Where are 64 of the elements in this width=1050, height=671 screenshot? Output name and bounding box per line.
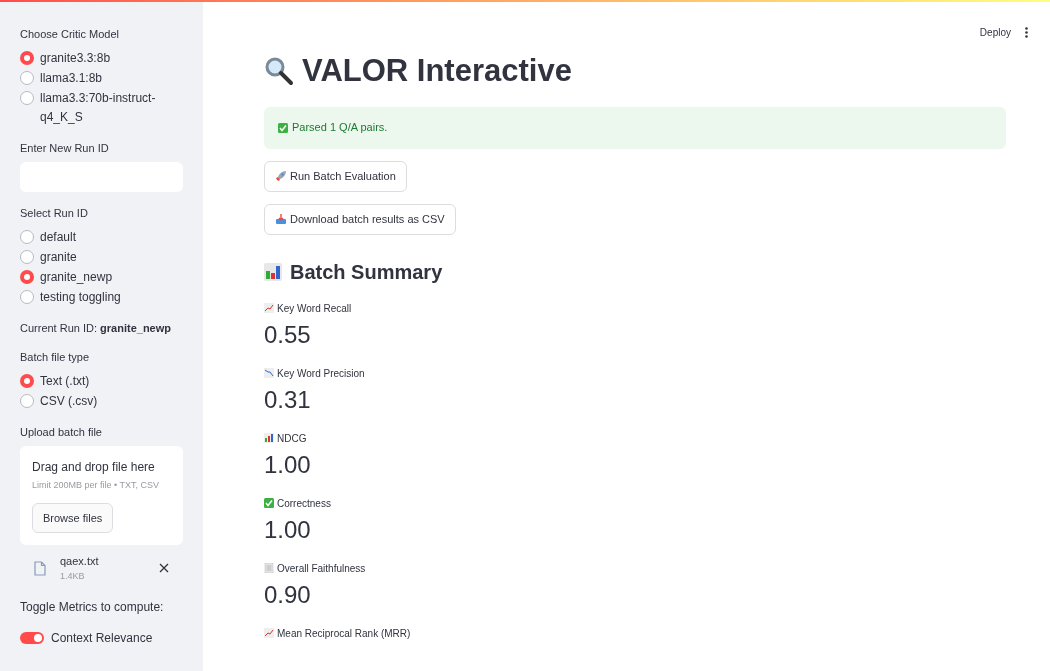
- toggle-switch[interactable]: [20, 632, 44, 644]
- bar-chart-icon: [264, 433, 274, 443]
- metric-value: 0.55: [264, 319, 312, 350]
- radio-button[interactable]: [20, 373, 34, 388]
- radio-button[interactable]: [20, 50, 34, 65]
- radio-button[interactable]: [20, 269, 34, 284]
- section-label: Toggle Metrics to compute:: [20, 599, 165, 616]
- check-icon: [278, 122, 288, 133]
- metric-value: 0.31: [264, 384, 312, 415]
- toggle-label[interactable]: Context Relevance: [51, 629, 153, 647]
- radio-button[interactable]: [20, 289, 34, 304]
- metric-label: Key Word Precision: [277, 366, 365, 381]
- action-button[interactable]: Download batch results as CSV: [264, 203, 456, 235]
- success-message: Parsed 1 Q/A pairs.: [292, 120, 388, 136]
- dropzone-title: Drag and drop file here: [32, 459, 155, 476]
- inbox-tray-icon: [275, 213, 287, 225]
- file-name: qaex.txt: [60, 554, 100, 569]
- dropzone-limit: Limit 200MB per file • TXT, CSV: [32, 479, 160, 492]
- browse-files-button[interactable]: Browse files: [32, 502, 114, 533]
- field-label: Batch file type: [20, 350, 91, 365]
- metric-value: 0.90: [264, 579, 312, 610]
- radio-label[interactable]: testing toggling: [40, 287, 175, 307]
- metric-value: 1.00: [264, 449, 312, 480]
- section-heading: Batch Summary: [290, 259, 443, 285]
- more-menu-icon[interactable]: [1025, 26, 1028, 38]
- radio-button[interactable]: [20, 393, 34, 408]
- metric-label: Correctness: [277, 496, 331, 511]
- bar-chart-icon: [264, 262, 282, 281]
- document-icon: [264, 563, 274, 573]
- field-label: Choose Critic Model: [20, 27, 121, 42]
- field-label: Enter New Run ID: [20, 140, 110, 156]
- file-dropzone[interactable]: Drag and drop file here Limit 200MB per file • TXT, CSV Browse files: [20, 446, 183, 545]
- deploy-button[interactable]: Deploy: [979, 24, 1011, 40]
- page-title: VALOR Interactive: [302, 52, 572, 90]
- radio-label[interactable]: granite3.3:8b: [40, 48, 175, 68]
- radio-label[interactable]: Text (.txt): [40, 371, 175, 391]
- radio-button[interactable]: [20, 229, 34, 244]
- radio-button[interactable]: [20, 90, 34, 105]
- radio-label[interactable]: granite: [40, 247, 175, 267]
- field-label: Select Run ID: [20, 206, 89, 221]
- radio-button[interactable]: [20, 70, 34, 85]
- radio-label[interactable]: llama3.1:8b: [40, 68, 175, 88]
- radio-label[interactable]: granite_newp: [40, 267, 175, 287]
- metric-value: 1.00: [264, 514, 312, 545]
- metric-label: Key Word Recall: [277, 301, 352, 316]
- action-button[interactable]: Run Batch Evaluation: [264, 160, 407, 192]
- metric-label: NDCG: [277, 431, 307, 446]
- field-label: Upload batch file: [20, 424, 103, 440]
- current-run-text: Current Run ID: granite_newp: [20, 320, 172, 336]
- rocket-icon: [275, 170, 287, 182]
- file-icon: [34, 560, 46, 576]
- metric-label: Overall Faithfulness: [277, 561, 366, 576]
- chart-up-icon: [264, 303, 274, 313]
- file-size: 1.4KB: [60, 569, 86, 583]
- radio-label[interactable]: default: [40, 227, 175, 247]
- radio-label[interactable]: llama3.3:70b-instruct-q4_K_S: [40, 88, 175, 127]
- chart-up-icon: [264, 628, 274, 638]
- magnifier-icon: [264, 56, 294, 87]
- radio-label[interactable]: CSV (.csv): [40, 391, 175, 411]
- check-icon: [264, 498, 274, 508]
- metric-label: Mean Reciprocal Rank (MRR): [277, 626, 411, 641]
- close-icon[interactable]: [159, 563, 169, 573]
- radio-button[interactable]: [20, 249, 34, 264]
- chart-down-icon: [264, 368, 274, 378]
